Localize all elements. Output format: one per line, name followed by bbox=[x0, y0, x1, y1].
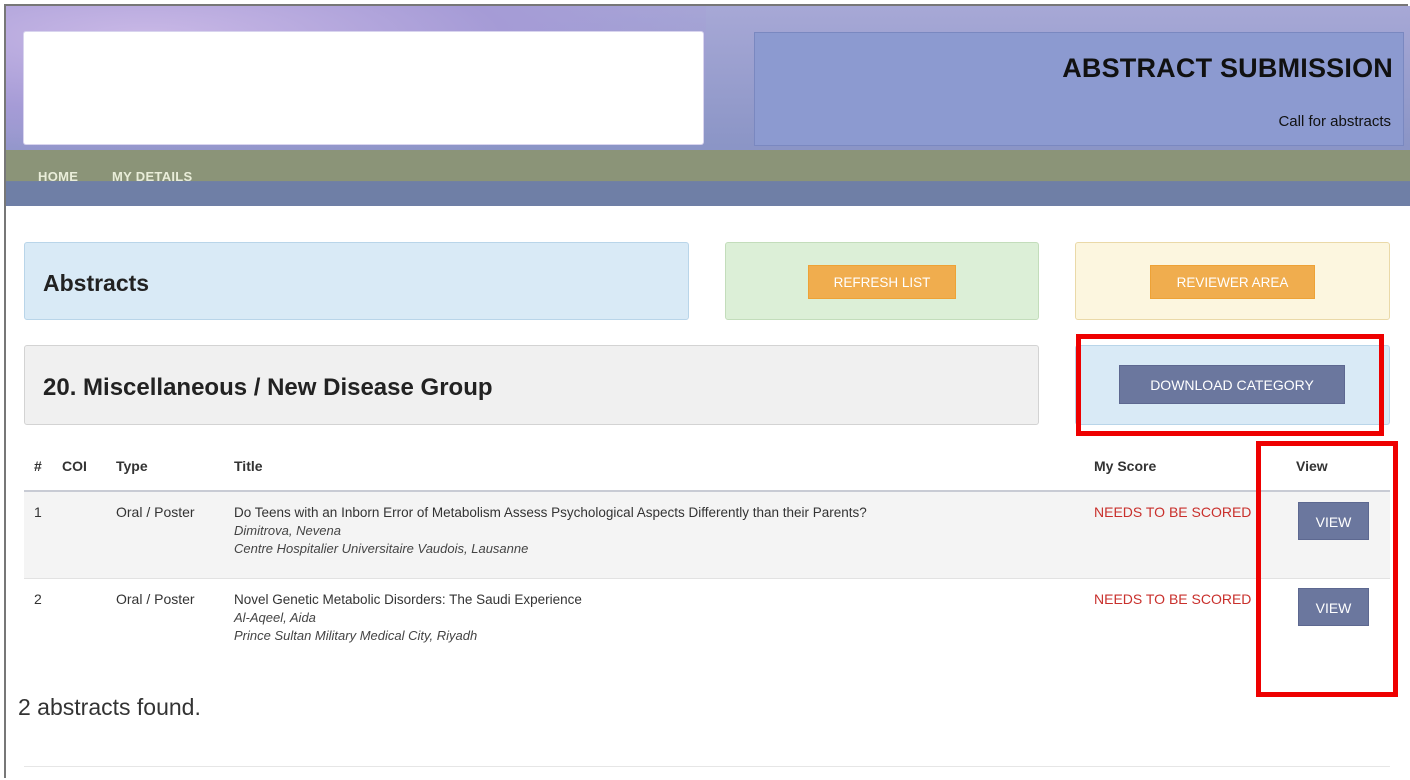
abstract-title: Do Teens with an Inborn Error of Metabol… bbox=[234, 505, 867, 520]
row-type: Oral / Poster bbox=[116, 504, 195, 520]
col-header-type: Type bbox=[116, 458, 148, 474]
refresh-panel: REFRESH LIST bbox=[725, 242, 1039, 320]
row-number: 1 bbox=[34, 504, 42, 520]
app-subtitle: Call for abstracts bbox=[1278, 113, 1391, 130]
nav-item-home[interactable]: HOME bbox=[38, 169, 78, 184]
refresh-list-button[interactable]: REFRESH LIST bbox=[808, 265, 956, 299]
table-header: # COI Type Title My Score View bbox=[24, 458, 1390, 492]
table-row: 1 Oral / Poster Do Teens with an Inborn … bbox=[24, 492, 1390, 579]
col-header-num: # bbox=[34, 458, 42, 474]
row-title-cell: Novel Genetic Metabolic Disorders: The S… bbox=[234, 591, 582, 645]
reviewer-panel: REVIEWER AREA bbox=[1075, 242, 1390, 320]
nav-item-my-details[interactable]: MY DETAILS bbox=[112, 169, 193, 184]
abstract-author: Al-Aqeel, Aida bbox=[234, 610, 316, 625]
highlight-download-box bbox=[1076, 334, 1384, 436]
abstract-author: Dimitrova, Nevena bbox=[234, 523, 341, 538]
abstracts-panel: Abstracts bbox=[24, 242, 689, 320]
col-header-score: My Score bbox=[1094, 458, 1157, 474]
category-heading: 20. Miscellaneous / New Disease Group bbox=[43, 374, 493, 401]
abstract-title: Novel Genetic Metabolic Disorders: The S… bbox=[234, 592, 582, 607]
row-number: 2 bbox=[34, 591, 42, 607]
footer-divider bbox=[24, 766, 1390, 767]
abstract-institution: Centre Hospitalier Universitaire Vaudois… bbox=[234, 541, 529, 556]
main-nav: HOME MY DETAILS bbox=[6, 150, 1410, 206]
results-count: 2 abstracts found. bbox=[18, 694, 201, 720]
highlight-view-column-box bbox=[1256, 441, 1398, 697]
row-type: Oral / Poster bbox=[116, 591, 195, 607]
category-panel: 20. Miscellaneous / New Disease Group bbox=[24, 345, 1039, 425]
table-row: 2 Oral / Poster Novel Genetic Metabolic … bbox=[24, 579, 1390, 659]
logo-area bbox=[24, 32, 703, 144]
app-title: ABSTRACT SUBMISSION bbox=[1062, 53, 1393, 83]
col-header-title: Title bbox=[234, 458, 263, 474]
score-status: NEEDS TO BE SCORED bbox=[1094, 591, 1252, 607]
col-header-coi: COI bbox=[62, 458, 87, 474]
reviewer-area-button[interactable]: REVIEWER AREA bbox=[1150, 265, 1315, 299]
abstracts-heading: Abstracts bbox=[43, 270, 150, 296]
abstract-institution: Prince Sultan Military Medical City, Riy… bbox=[234, 628, 478, 643]
header-title-box: ABSTRACT SUBMISSION Call for abstracts bbox=[754, 32, 1404, 146]
row-title-cell: Do Teens with an Inborn Error of Metabol… bbox=[234, 504, 867, 558]
score-status: NEEDS TO BE SCORED bbox=[1094, 504, 1252, 520]
